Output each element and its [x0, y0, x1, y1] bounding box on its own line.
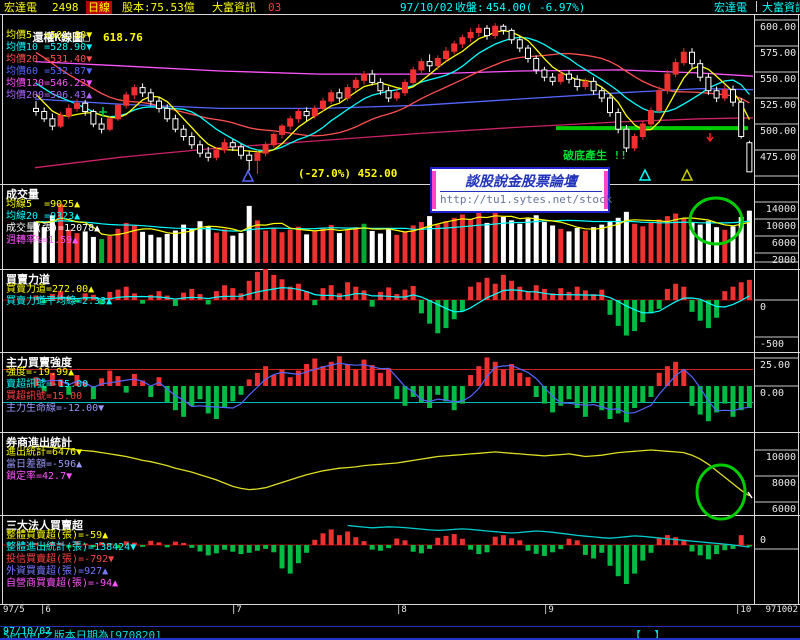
legend-overbuy: 買超訊號=15.00	[6, 391, 83, 402]
forum-url[interactable]: http://tu1.sytes.net/stock	[440, 193, 612, 206]
legend-inst-total: 整體進出統計(張)=138424▼	[6, 542, 137, 553]
legend-dealer: 自營商買賣超(張)=-94▲	[6, 578, 119, 589]
legend-vol-ma20: 均線20 =9323▲	[6, 211, 81, 222]
title-bar: 宏達電 2498 日線 股本:75.53億 大富資訊 03 97/10/02 收…	[0, 0, 800, 14]
trading-app-window: 宏達電 2498 日線 股本:75.53億 大富資訊 03 97/10/02 收…	[0, 0, 800, 640]
header-right-stock: 宏達電	[714, 1, 747, 14]
forum-accent-left	[432, 171, 436, 209]
break-note: 破底產生 !!	[563, 149, 627, 162]
power-tick: -500	[760, 339, 785, 350]
legend-daily-diff: 當日差額=-596▲	[6, 459, 83, 470]
price-tick: 475.00	[760, 152, 797, 163]
vendor-label: 大富資訊	[212, 1, 256, 14]
legend-foreign: 外資買賣超(張)=927▲	[6, 566, 109, 577]
legend-broker-stat: 進出統計=6476▼	[6, 447, 83, 458]
header-divider	[756, 1, 757, 12]
header-date: 97/10/02	[400, 1, 453, 14]
price-tick: 550.00	[760, 74, 797, 85]
legend-vol-ma5: 均線5 =9025▲	[6, 199, 81, 210]
price-tick: 575.00	[760, 48, 797, 59]
drop-note: (-27.0%) 452.00	[298, 167, 398, 180]
legend-vol-today: 成交量(張)=12078▲	[6, 223, 101, 234]
header-right-vendor: 大富資訊	[762, 1, 800, 14]
vol-tick: 14000	[765, 204, 796, 215]
price-tick: 525.00	[760, 100, 797, 111]
vol-tick: 10000	[765, 221, 796, 232]
stock-code: 2498	[52, 1, 79, 14]
power-tick: 0	[760, 302, 767, 313]
legend-trust: 投信買賣超(張)=-792▼	[6, 554, 115, 565]
broker-tick: 8000	[771, 478, 796, 489]
legend-inst-net: 整體買賣超(張)=-59▲	[6, 530, 109, 541]
forum-title: 談股說金股票論壇	[440, 171, 602, 192]
legend-strength: 強度=-19.99▲	[6, 367, 75, 378]
legend-lock-rate: 鎖定率=42.7▼	[6, 471, 73, 482]
strength-tick: 0.00	[760, 388, 785, 399]
legend-lifeline: 主力生命線=-12.00▼	[6, 403, 105, 414]
capital-label: 股本:75.53億	[122, 1, 195, 14]
inst-tick: 0	[760, 535, 767, 546]
vol-tick: 2000	[771, 255, 796, 266]
period-badge[interactable]: 日線	[86, 1, 112, 14]
legend-power: 買賣力道=272.00▲	[6, 284, 95, 295]
legend-power-avg: 買賣力道平均線=2.33▲	[6, 296, 113, 307]
forum-ad-box: 談股說金股票論壇 http://tu1.sytes.net/stock	[430, 167, 612, 213]
price-tick: 500.00	[760, 126, 797, 137]
price-tick: 600.00	[760, 22, 797, 33]
legend-turnover: 週轉率%=1.59▲	[6, 235, 79, 246]
header-close-label: 收盤:	[455, 1, 484, 14]
period-high: 618.76	[103, 31, 143, 44]
strength-tick: 25.00	[760, 360, 791, 371]
legend-oversell: 賣超訊號=-15.00	[6, 379, 89, 390]
broker-tick: 6000	[771, 504, 796, 515]
stock-name: 宏達電	[4, 1, 37, 14]
vol-tick: 6000	[771, 238, 796, 249]
header-close-value: 454.00( -6.97%)	[486, 1, 586, 14]
session-code: 03	[268, 1, 282, 14]
broker-tick: 10000	[765, 452, 796, 463]
